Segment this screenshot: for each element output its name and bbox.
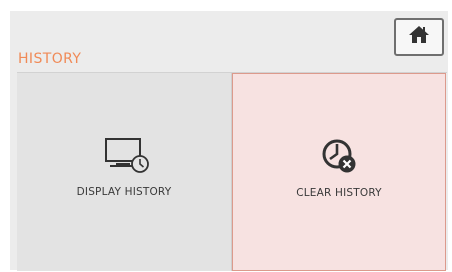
page-title: HISTORY — [18, 51, 82, 67]
home-button[interactable] — [394, 18, 444, 56]
display-history-tile[interactable]: DISPLAY HISTORY — [17, 73, 232, 271]
clock-clear-icon — [319, 136, 359, 181]
history-screen: HISTORY DISPLAY HISTORY CLEAR HISTORY — [10, 11, 448, 271]
clear-history-tile[interactable]: CLEAR HISTORY — [232, 73, 446, 271]
display-history-label: DISPLAY HISTORY — [76, 186, 172, 198]
monitor-clock-icon — [93, 135, 155, 180]
clear-history-label: CLEAR HISTORY — [296, 187, 382, 199]
home-icon — [408, 25, 430, 49]
